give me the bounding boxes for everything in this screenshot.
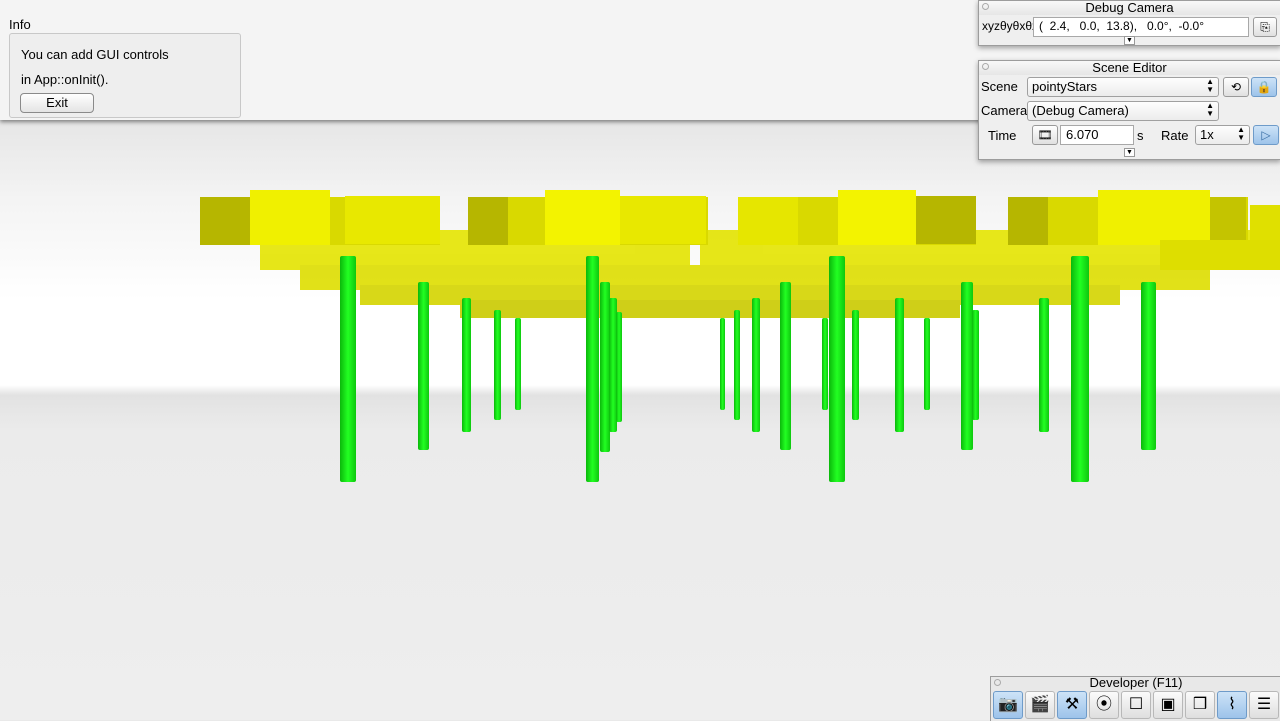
scene-label: Scene xyxy=(981,79,1018,94)
info-text-line1: You can add GUI controls xyxy=(21,47,169,62)
exit-button[interactable]: Exit xyxy=(20,93,94,113)
camera-select-value: (Debug Camera) xyxy=(1032,103,1129,118)
lock-icon[interactable]: 🔒 xyxy=(1251,77,1277,97)
document-icon[interactable]: ☰ xyxy=(1249,691,1279,719)
time-field[interactable]: 6.070 xyxy=(1060,125,1134,145)
close-icon[interactable] xyxy=(982,3,989,10)
camera-select[interactable]: (Debug Camera) ▲ ▼ xyxy=(1027,101,1219,121)
clapperboard-icon[interactable]: 🎬 xyxy=(1025,691,1055,719)
debug-camera-window: Debug Camera xyzθyθxθz ( 2.4, 0.0, 13.8)… xyxy=(978,0,1280,46)
rate-select[interactable]: 1x ▲ ▼ xyxy=(1195,125,1250,145)
copy-icon[interactable]: ⎘ xyxy=(1253,17,1277,37)
light-icon[interactable]: ☐ xyxy=(1121,691,1151,719)
scene-editor-title[interactable]: Scene Editor xyxy=(979,61,1280,75)
coord-label: xyzθyθxθz xyxy=(982,19,1039,33)
select-arrows-icon: ▲ ▼ xyxy=(1206,101,1214,118)
select-arrows-icon: ▲ ▼ xyxy=(1237,125,1245,142)
tools-icon[interactable]: ⚒ xyxy=(1057,691,1087,719)
reload-icon[interactable]: ⟲ xyxy=(1223,77,1249,97)
developer-toolbar: Developer (F11) 📷 🎬 ⚒ ⦿ ☐ ▣ ❒ ⌇ ☰ xyxy=(990,676,1280,721)
scene-select-value: pointyStars xyxy=(1032,79,1098,94)
camera-icon[interactable]: 📷 xyxy=(993,691,1023,719)
film-icon[interactable]: 🎞 xyxy=(1032,125,1058,145)
debug-camera-title-text: Debug Camera xyxy=(1085,0,1174,15)
close-icon[interactable] xyxy=(994,679,1001,686)
camera-coord-field[interactable]: ( 2.4, 0.0, 13.8), 0.0°, -0.0° xyxy=(1033,17,1249,37)
select-arrows-icon: ▲ ▼ xyxy=(1206,77,1214,94)
scene-icon[interactable]: ❒ xyxy=(1185,691,1215,719)
play-icon[interactable]: ▷ xyxy=(1253,125,1279,145)
camera-label: Camera xyxy=(981,103,1028,118)
scene-editor-title-text: Scene Editor xyxy=(1092,60,1167,75)
info-content-box: You can add GUI controls in App::onInit(… xyxy=(9,33,241,118)
info-text-line2: in App::onInit(). xyxy=(21,72,109,87)
collapse-icon[interactable]: ▼ xyxy=(1124,148,1135,157)
compass-icon[interactable]: ⦿ xyxy=(1089,691,1119,719)
rate-select-value: 1x xyxy=(1200,127,1214,142)
scene-select[interactable]: pointyStars ▲ ▼ xyxy=(1027,77,1219,97)
time-unit: s xyxy=(1137,128,1144,143)
time-label: Time xyxy=(988,128,1017,143)
profiler-icon[interactable]: ⌇ xyxy=(1217,691,1247,719)
collapse-icon[interactable]: ▼ xyxy=(1124,36,1135,45)
terminal-icon[interactable]: ▣ xyxy=(1153,691,1183,719)
debug-camera-title[interactable]: Debug Camera xyxy=(979,1,1280,15)
scene-editor-window: Scene Editor Scene pointyStars ▲ ▼ ⟲ 🔒 Ca… xyxy=(978,60,1280,160)
rate-label: Rate xyxy=(1161,128,1189,143)
developer-title: Developer (F11) xyxy=(1089,675,1183,690)
close-icon[interactable] xyxy=(982,63,989,70)
info-title: Info xyxy=(9,17,31,32)
